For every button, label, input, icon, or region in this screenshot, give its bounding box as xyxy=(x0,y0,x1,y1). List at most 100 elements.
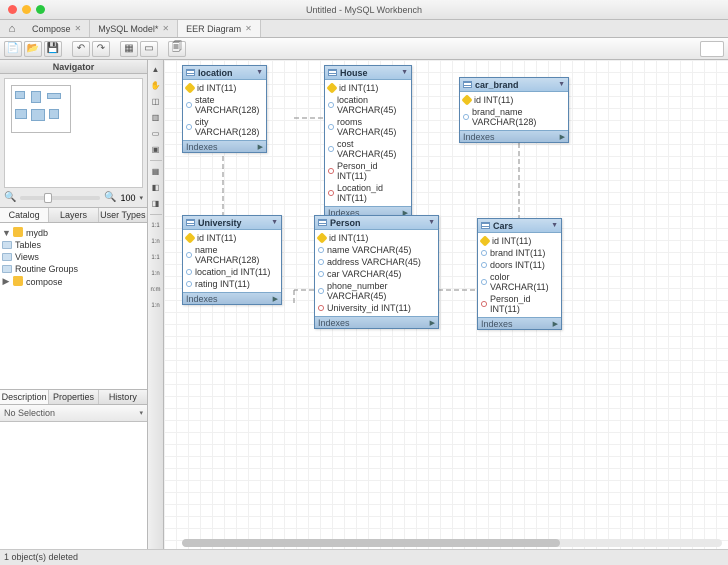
entity-location[interactable]: location▼ id INT(11)state VARCHAR(128)cit… xyxy=(182,65,267,153)
close-icon[interactable]: ✕ xyxy=(245,24,252,33)
column-row[interactable]: state VARCHAR(128) xyxy=(186,94,263,116)
entity-car_brand[interactable]: car_brand▼id INT(11)brand_name VARCHAR(1… xyxy=(459,77,569,143)
tree-item-tables[interactable]: Tables xyxy=(2,239,145,251)
column-row[interactable]: brand_name VARCHAR(128) xyxy=(463,106,565,128)
sidetab-layers[interactable]: Layers xyxy=(49,208,98,222)
relation-1-1-tool[interactable]: 1:1 xyxy=(149,219,162,232)
chevron-down-icon[interactable]: ▼ xyxy=(271,219,278,226)
relation-1-n-id-tool[interactable]: 1:n xyxy=(149,267,162,280)
layer-tool[interactable]: ▥ xyxy=(149,111,162,124)
relation-1-1-id-tool[interactable]: 1:1 xyxy=(149,251,162,264)
view-tool[interactable]: ◧ xyxy=(149,181,162,194)
catalog-tree[interactable]: ▼ mydb Tables Views Routine Groups ▶ com… xyxy=(0,223,147,389)
export-button[interactable]: 🗐 xyxy=(168,41,186,57)
relation-existing-tool[interactable]: 1:n xyxy=(149,299,162,312)
diagram-minimap[interactable] xyxy=(4,78,143,188)
column-row[interactable]: location_id INT(11) xyxy=(186,266,278,278)
column-row[interactable]: id INT(11) xyxy=(318,232,435,244)
column-row[interactable]: color VARCHAR(11) xyxy=(481,271,558,293)
tab-compose[interactable]: Compose ✕ xyxy=(24,20,90,37)
column-row[interactable]: Person_id INT(11) xyxy=(481,293,558,315)
redo-button[interactable]: ↷ xyxy=(92,41,110,57)
horizontal-scrollbar[interactable] xyxy=(182,539,722,547)
erase-tool[interactable]: ◫ xyxy=(149,95,162,108)
entity-indexes[interactable]: Indexes▶ xyxy=(183,292,281,304)
column-row[interactable]: doors INT(11) xyxy=(481,259,558,271)
tree-item-views[interactable]: Views xyxy=(2,251,145,263)
column-row[interactable]: id INT(11) xyxy=(186,82,263,94)
column-row[interactable]: id INT(11) xyxy=(463,94,565,106)
column-row[interactable]: name VARCHAR(45) xyxy=(318,244,435,256)
chevron-down-icon[interactable]: ▼ xyxy=(551,222,558,229)
tree-item-routine-groups[interactable]: Routine Groups xyxy=(2,263,145,275)
entity-person[interactable]: Person▼ id INT(11)name VARCHAR(45)address… xyxy=(314,215,439,329)
column-row[interactable]: brand INT(11) xyxy=(481,247,558,259)
column-row[interactable]: Location_id INT(11) xyxy=(328,182,408,204)
eer-canvas[interactable]: location▼id INT(11)state VARCHAR(128)cit… xyxy=(164,60,728,549)
entity-header[interactable]: Cars▼ xyxy=(478,219,561,233)
column-row[interactable]: University_id INT(11) xyxy=(318,302,435,314)
chevron-down-icon[interactable]: ▼ xyxy=(428,219,435,226)
column-row[interactable]: car VARCHAR(45) xyxy=(318,268,435,280)
entity-cars[interactable]: Cars▼ id INT(11)brand INT(11)doors INT(11… xyxy=(477,218,562,330)
entity-header[interactable]: location▼ xyxy=(183,66,266,80)
hand-tool[interactable]: ✋ xyxy=(149,79,162,92)
notes-button[interactable]: ▭ xyxy=(140,41,158,57)
chevron-down-icon[interactable]: ▼ xyxy=(401,69,408,76)
proptab-description[interactable]: Description xyxy=(0,390,49,404)
note-tool[interactable]: ▭ xyxy=(149,127,162,140)
chevron-down-icon[interactable]: ▼ xyxy=(256,69,263,76)
column-row[interactable]: location VARCHAR(45) xyxy=(328,94,408,116)
home-tab[interactable]: ⌂ xyxy=(0,20,24,37)
tab-eer-diagram[interactable]: EER Diagram ✕ xyxy=(178,20,261,37)
sidetab-catalog[interactable]: Catalog xyxy=(0,208,49,222)
entity-indexes[interactable]: Indexes▶ xyxy=(460,130,568,142)
chevron-down-icon[interactable]: ▼ xyxy=(558,81,565,88)
save-button[interactable]: 💾 xyxy=(44,41,62,57)
column-row[interactable]: rating INT(11) xyxy=(186,278,278,290)
close-icon[interactable]: ✕ xyxy=(162,24,169,33)
entity-house[interactable]: House▼ id INT(11)location VARCHAR(45)room… xyxy=(324,65,412,219)
column-row[interactable]: id INT(11) xyxy=(186,232,278,244)
tree-item-db[interactable]: ▼ mydb xyxy=(2,227,145,239)
proptab-history[interactable]: History xyxy=(99,390,147,404)
table-tool[interactable]: ▦ xyxy=(149,165,162,178)
column-row[interactable]: cost VARCHAR(45) xyxy=(328,138,408,160)
open-button[interactable]: 📂 xyxy=(24,41,42,57)
zoom-in-icon[interactable]: 🔍 xyxy=(104,192,116,203)
zoom-out-icon[interactable]: 🔍 xyxy=(4,192,16,203)
entity-header[interactable]: Person▼ xyxy=(315,216,438,230)
pointer-tool[interactable]: ▲ xyxy=(149,63,162,76)
column-row[interactable]: city VARCHAR(128) xyxy=(186,116,263,138)
routine-group-tool[interactable]: ◨ xyxy=(149,197,162,210)
selection-indicator[interactable]: No Selection ▾ xyxy=(0,405,147,422)
proptab-properties[interactable]: Properties xyxy=(49,390,98,404)
relation-1-n-tool[interactable]: 1:n xyxy=(149,235,162,248)
entity-header[interactable]: car_brand▼ xyxy=(460,78,568,92)
entity-indexes[interactable]: Indexes▶ xyxy=(478,317,561,329)
column-row[interactable]: Person_id INT(11) xyxy=(328,160,408,182)
sidetab-user-types[interactable]: User Types xyxy=(99,208,147,222)
entity-university[interactable]: University▼ id INT(11)name VARCHAR(128)lo… xyxy=(182,215,282,305)
entity-header[interactable]: House▼ xyxy=(325,66,411,80)
tree-item-compose[interactable]: ▶ compose xyxy=(2,275,145,288)
zoom-slider[interactable] xyxy=(20,196,100,200)
zoom-dropdown-icon[interactable]: ▾ xyxy=(139,194,143,202)
column-row[interactable]: rooms VARCHAR(45) xyxy=(328,116,408,138)
close-icon[interactable]: ✕ xyxy=(75,24,82,33)
entity-indexes[interactable]: Indexes▶ xyxy=(183,140,266,152)
column-row[interactable]: name VARCHAR(128) xyxy=(186,244,278,266)
tab-mysql-model[interactable]: MySQL Model* ✕ xyxy=(90,20,178,37)
column-row[interactable]: address VARCHAR(45) xyxy=(318,256,435,268)
column-row[interactable]: id INT(11) xyxy=(328,82,408,94)
column-row[interactable]: id INT(11) xyxy=(481,235,558,247)
entity-header[interactable]: University▼ xyxy=(183,216,281,230)
new-file-button[interactable]: 📄 xyxy=(4,41,22,57)
relation-n-m-tool[interactable]: n:m xyxy=(149,283,162,296)
entity-indexes[interactable]: Indexes▶ xyxy=(315,316,438,328)
undo-button[interactable]: ↶ xyxy=(72,41,90,57)
column-row[interactable]: phone_number VARCHAR(45) xyxy=(318,280,435,302)
search-input[interactable] xyxy=(700,41,724,57)
grid-button[interactable]: ▦ xyxy=(120,41,138,57)
image-tool[interactable]: ▣ xyxy=(149,143,162,156)
